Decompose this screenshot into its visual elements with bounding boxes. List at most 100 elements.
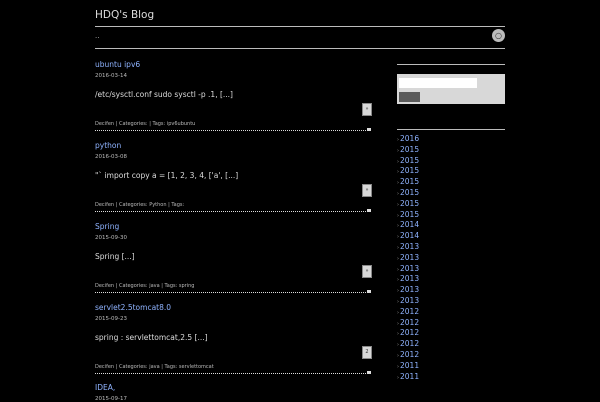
archive-year[interactable]: 2015	[400, 188, 419, 197]
archive-year[interactable]: 2012	[400, 350, 419, 359]
bullet-icon: ›	[397, 266, 399, 273]
post-title-link[interactable]: python	[95, 141, 121, 150]
tags-label: Tags:	[164, 283, 178, 289]
post-author[interactable]: Decifen	[95, 364, 114, 370]
archive-year-link[interactable]: ›2012	[397, 307, 419, 318]
post-tag-link[interactable]: servlettomcat	[179, 364, 214, 370]
comment-icon[interactable]	[367, 209, 371, 212]
post-category-link[interactable]: java	[149, 364, 159, 370]
archive-year-link[interactable]: ›2013	[397, 264, 419, 275]
categories-label: Categories:	[118, 121, 148, 127]
archive-year-link[interactable]: ›2011	[397, 361, 419, 372]
bullet-icon: ›	[397, 244, 399, 251]
archive-year-link[interactable]: ›2015	[397, 188, 419, 199]
archive-year-link[interactable]: ›2015	[397, 199, 419, 210]
blog-title[interactable]: HDQ's Blog	[95, 9, 154, 21]
archive-year-link[interactable]: ›2013	[397, 274, 419, 285]
archive-year[interactable]: 2013	[400, 242, 419, 251]
archive-year-link[interactable]: ›2015	[397, 177, 419, 188]
post-meta: Decifen | Categories: Python | Tags:	[95, 202, 185, 208]
post-tag-link[interactable]: ipv6ubuntu	[167, 121, 196, 127]
archive-year[interactable]: 2011	[400, 361, 419, 370]
archive-year-link[interactable]: ›2015	[397, 166, 419, 177]
bullet-icon: ›	[397, 137, 399, 143]
archive-year[interactable]: 2015	[400, 156, 419, 165]
archive-year-link[interactable]: ›2012	[397, 350, 419, 361]
post-title-link[interactable]: ubuntu ipv6	[95, 60, 140, 69]
bullet-icon: ›	[397, 352, 399, 359]
archive-year-link[interactable]: ›2015	[397, 156, 419, 167]
nav-menu[interactable]: ..	[95, 32, 99, 40]
archive-year[interactable]: 2012	[400, 339, 419, 348]
rss-icon[interactable]: ○	[492, 29, 505, 42]
post-separator	[95, 211, 368, 212]
post-category-link[interactable]: java	[149, 283, 159, 289]
post-date: 2015-09-17	[95, 396, 127, 402]
post-excerpt: Spring [...]	[95, 252, 135, 261]
archive-year[interactable]: 2011	[400, 372, 419, 381]
archive-year[interactable]: 2012	[400, 328, 419, 337]
sidebar-divider	[397, 129, 505, 130]
post-separator	[95, 373, 368, 374]
archive-year[interactable]: 2013	[400, 253, 419, 262]
categories-label: Categories:	[118, 364, 148, 370]
bullet-icon: ›	[397, 320, 399, 327]
archive-year-link[interactable]: ›2014	[397, 220, 419, 231]
archive-year-link[interactable]: ›2011	[397, 372, 419, 383]
post-title-link[interactable]: servlet2.5tomcat8.0	[95, 303, 171, 312]
comment-icon[interactable]	[367, 371, 371, 374]
archive-year-link[interactable]: ›2013	[397, 253, 419, 264]
archive-year[interactable]: 2013	[400, 285, 419, 294]
archive-year[interactable]: 2015	[400, 145, 419, 154]
bullet-icon: ›	[397, 223, 399, 230]
archive-year-link[interactable]: ›2012	[397, 328, 419, 339]
search-button[interactable]	[399, 92, 420, 102]
archive-year-link[interactable]: ›2015	[397, 145, 419, 156]
archive-year-link[interactable]: ›2012	[397, 339, 419, 350]
post-excerpt: /etc/sysctl.conf sudo sysctl -p .1, [...…	[95, 90, 233, 99]
archive-year[interactable]: 2014	[400, 220, 419, 229]
archive-year[interactable]: 2015	[400, 177, 419, 186]
post-author[interactable]: Decifen	[95, 121, 114, 127]
archive-year-link[interactable]: ›2015	[397, 210, 419, 221]
post-title-link[interactable]: IDEA,	[95, 383, 115, 392]
archive-year[interactable]: 2015	[400, 210, 419, 219]
comment-icon[interactable]	[367, 128, 371, 131]
bullet-icon: ›	[397, 212, 399, 219]
archive-year-link[interactable]: ›2016	[397, 134, 419, 145]
post-tag-link[interactable]: spring	[179, 283, 195, 289]
archive-year[interactable]: 2013	[400, 274, 419, 283]
archive-year[interactable]: 2016	[400, 134, 419, 143]
bullet-icon: ›	[397, 277, 399, 284]
search-input[interactable]	[399, 78, 477, 88]
post-separator	[95, 130, 368, 131]
bullet-icon: ›	[397, 331, 399, 338]
archive-year[interactable]: 2015	[400, 199, 419, 208]
post-author[interactable]: Decifen	[95, 283, 114, 289]
bullet-icon: ›	[397, 342, 399, 349]
archive-year[interactable]: 2012	[400, 318, 419, 327]
archive-year[interactable]: 2012	[400, 307, 419, 316]
archive-year-link[interactable]: ›2014	[397, 231, 419, 242]
archive-year-link[interactable]: ›2013	[397, 242, 419, 253]
comment-icon[interactable]	[367, 290, 371, 293]
archive-year[interactable]: 2013	[400, 296, 419, 305]
post-author[interactable]: Decifen	[95, 202, 114, 208]
archive-year-link[interactable]: ›2012	[397, 318, 419, 329]
read-more-button[interactable]: 2	[362, 346, 372, 359]
archive-year[interactable]: 2014	[400, 231, 419, 240]
read-more-button[interactable]: »	[362, 184, 372, 197]
post-meta: Decifen | Categories: | Tags: ipv6ubuntu	[95, 121, 196, 127]
archive-year-link[interactable]: ›2013	[397, 285, 419, 296]
categories-label: Categories:	[118, 202, 148, 208]
archive-year[interactable]: 2015	[400, 166, 419, 175]
bullet-icon: ›	[397, 309, 399, 316]
read-more-button[interactable]: »	[362, 103, 372, 116]
post-title-link[interactable]: Spring	[95, 222, 119, 231]
read-more-button[interactable]: »	[362, 265, 372, 278]
post-meta: Decifen | Categories: java | Tags: servl…	[95, 364, 214, 370]
archive-year[interactable]: 2013	[400, 264, 419, 273]
post-meta: Decifen | Categories: java | Tags: sprin…	[95, 283, 195, 289]
archive-year-link[interactable]: ›2013	[397, 296, 419, 307]
post-category-link[interactable]: Python	[149, 202, 166, 208]
